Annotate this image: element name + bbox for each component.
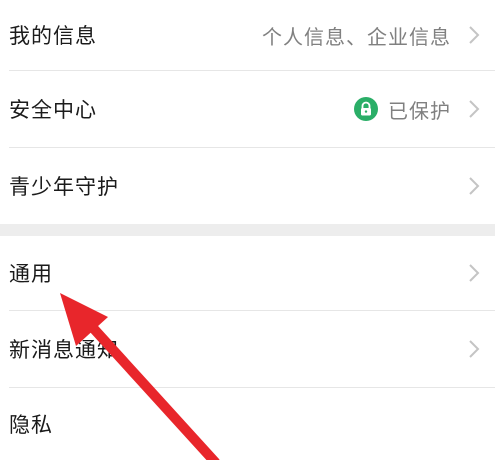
security-status-label: 已保护 bbox=[388, 98, 451, 123]
settings-item-new-message-notification[interactable]: 新消息通知 bbox=[0, 311, 495, 387]
settings-item-security-center[interactable]: 安全中心 已保护 bbox=[0, 71, 495, 147]
chevron-right-icon bbox=[469, 340, 480, 358]
settings-screen: 我的信息 个人信息、企业信息 安全中心 已保护 青少年守护 通用 新消息通知 隐… bbox=[0, 0, 495, 460]
settings-item-teen-protection[interactable]: 青少年守护 bbox=[0, 148, 495, 224]
settings-item-value: 个人信息、企业信息 bbox=[262, 24, 451, 49]
lock-icon bbox=[354, 97, 378, 121]
settings-item-label: 青少年守护 bbox=[9, 175, 119, 199]
chevron-right-icon bbox=[469, 100, 480, 118]
section-separator bbox=[0, 224, 495, 236]
chevron-right-icon bbox=[469, 26, 480, 44]
chevron-right-icon bbox=[469, 177, 480, 195]
settings-item-general[interactable]: 通用 bbox=[0, 236, 495, 310]
chevron-right-icon bbox=[469, 264, 480, 282]
settings-item-label: 隐私 bbox=[9, 413, 53, 437]
settings-item-privacy[interactable]: 隐私 bbox=[0, 388, 495, 460]
settings-item-label: 安全中心 bbox=[9, 98, 97, 122]
settings-item-label: 我的信息 bbox=[9, 24, 97, 48]
settings-item-label: 新消息通知 bbox=[9, 338, 119, 362]
security-status: 已保护 bbox=[354, 95, 451, 124]
settings-item-label: 通用 bbox=[9, 262, 53, 286]
settings-item-my-info[interactable]: 我的信息 个人信息、企业信息 bbox=[0, 0, 495, 70]
